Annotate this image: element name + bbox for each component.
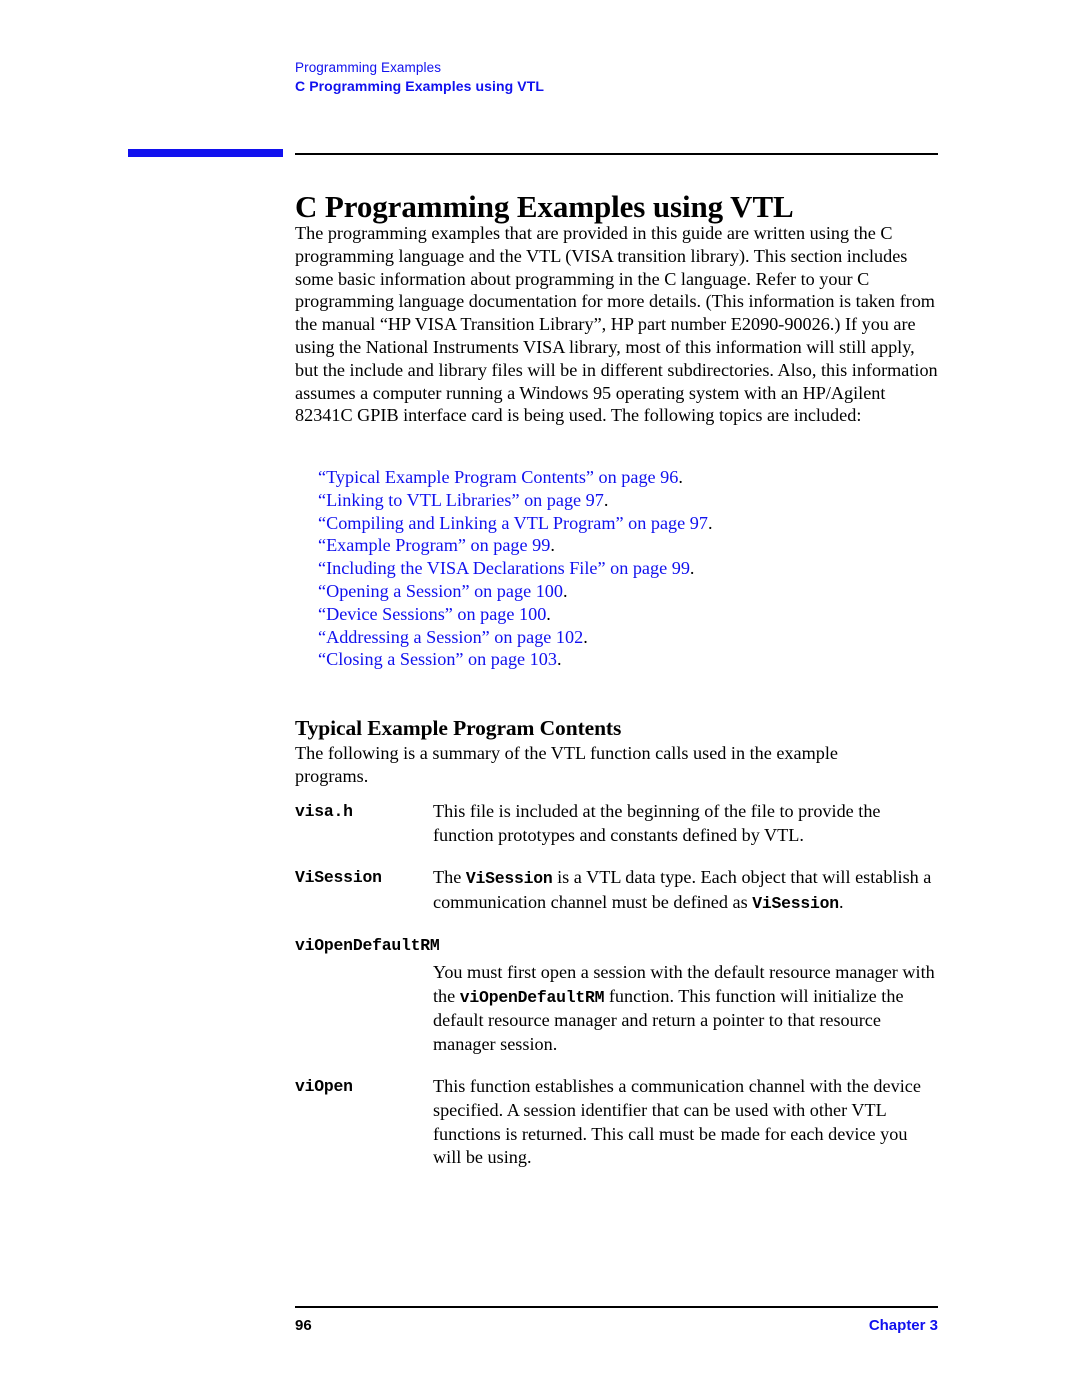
xref-period: . bbox=[546, 603, 551, 624]
definition-entry-viopen: viOpen This function establishes a commu… bbox=[295, 1075, 940, 1169]
xref-period: . bbox=[707, 512, 713, 533]
xref-link[interactable]: “Closing a Session” on page 103 bbox=[318, 649, 557, 669]
list-item[interactable]: “Linking to VTL Libraries” on page 97. bbox=[318, 489, 938, 512]
summary-paragraph: The following is a summary of the VTL fu… bbox=[295, 743, 838, 786]
definition-description: This function establishes a communicatio… bbox=[433, 1075, 940, 1169]
xref-period: . bbox=[583, 626, 588, 647]
definition-text: This function establishes a communicatio… bbox=[433, 1076, 921, 1168]
definition-entry-visession: ViSession The ViSession is a VTL data ty… bbox=[295, 866, 940, 915]
xref-link[interactable]: “Linking to VTL Libraries” on page 97 bbox=[318, 490, 604, 510]
list-item[interactable]: “Opening a Session” on page 100. bbox=[318, 580, 938, 603]
xref-period: . bbox=[678, 467, 683, 487]
definition-text: This file is included at the beginning o… bbox=[433, 801, 881, 845]
list-item[interactable]: “Typical Example Program Contents” on pa… bbox=[318, 466, 938, 489]
definition-entry-viopendefaultrm: viOpenDefaultRM You must first open a se… bbox=[295, 934, 940, 1056]
cross-reference-list: “Typical Example Program Contents” on pa… bbox=[318, 466, 938, 671]
list-item[interactable]: “Including the VISA Declarations File” o… bbox=[318, 557, 938, 580]
footer-page-number: 96 bbox=[295, 1317, 312, 1334]
definition-term: viOpenDefaultRM bbox=[295, 936, 440, 956]
list-item[interactable]: “Compiling and Linking a VTL Program” on… bbox=[318, 512, 938, 535]
document-page: Programming Examples C Programming Examp… bbox=[0, 0, 1080, 1397]
list-item[interactable]: “Closing a Session” on page 103. bbox=[318, 648, 938, 671]
running-header-book-title: Programming Examples bbox=[295, 60, 442, 75]
running-header: Programming Examples C Programming Examp… bbox=[295, 58, 544, 97]
xref-link[interactable]: “Addressing a Session” on page 102 bbox=[318, 627, 583, 647]
inline-code: viOpenDefaultRM bbox=[459, 987, 605, 1007]
xref-link[interactable]: “Compiling and Linking a VTL Program” on… bbox=[318, 513, 708, 533]
inline-code: ViSession bbox=[465, 869, 553, 889]
intro-paragraph: The programming examples that are provid… bbox=[295, 223, 938, 426]
definition-text: The bbox=[433, 867, 466, 888]
definition-term: ViSession bbox=[295, 868, 382, 888]
list-item[interactable]: “Device Sessions” on page 100. bbox=[318, 603, 938, 626]
header-divider-rule bbox=[295, 153, 938, 155]
intro-section: The programming examples that are provid… bbox=[295, 222, 940, 427]
list-item[interactable]: “Example Program” on page 99. bbox=[318, 534, 938, 557]
xref-period: . bbox=[550, 535, 555, 556]
blue-accent-rule bbox=[128, 149, 283, 157]
running-header-section-title: C Programming Examples using VTL bbox=[295, 78, 545, 95]
xref-period: . bbox=[603, 489, 609, 510]
definition-entry-visa-h: visa.h This file is included at the begi… bbox=[295, 800, 940, 847]
definition-description: The ViSession is a VTL data type. Each o… bbox=[433, 866, 940, 915]
definition-description: This file is included at the beginning o… bbox=[433, 800, 940, 847]
xref-link[interactable]: “Opening a Session” on page 100 bbox=[318, 581, 563, 601]
xref-period: . bbox=[562, 580, 568, 601]
inline-code: ViSession bbox=[752, 893, 839, 913]
xref-link[interactable]: “Device Sessions” on page 100 bbox=[318, 604, 546, 624]
definition-list: visa.h This file is included at the begi… bbox=[295, 800, 940, 1189]
page-title: C Programming Examples using VTL bbox=[295, 188, 794, 224]
xref-period: . bbox=[689, 558, 695, 579]
xref-link[interactable]: “Typical Example Program Contents” on pa… bbox=[318, 467, 678, 487]
xref-link[interactable]: “Including the VISA Declarations File” o… bbox=[318, 558, 690, 578]
definition-description: You must first open a session with the d… bbox=[433, 961, 940, 1056]
footer-chapter-label: Chapter 3 bbox=[868, 1317, 938, 1334]
definition-term: viOpen bbox=[295, 1077, 353, 1097]
list-item[interactable]: “Addressing a Session” on page 102. bbox=[318, 626, 938, 649]
definition-text: . bbox=[838, 891, 844, 912]
section-heading: Typical Example Program Contents bbox=[295, 715, 622, 740]
definition-term: visa.h bbox=[295, 802, 353, 821]
xref-period: . bbox=[556, 649, 562, 670]
footer-divider-rule bbox=[295, 1306, 938, 1308]
xref-link[interactable]: “Example Program” on page 99 bbox=[318, 535, 550, 555]
